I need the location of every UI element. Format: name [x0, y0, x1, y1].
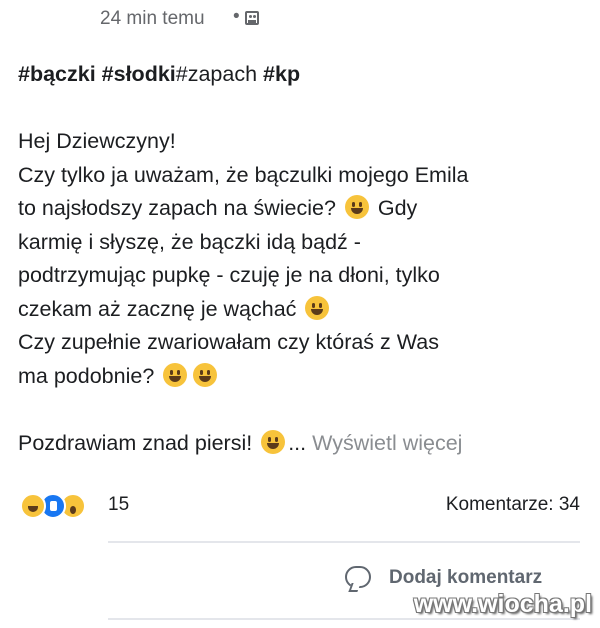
ellipsis: ...	[288, 430, 307, 455]
grinning-emoji-icon	[344, 195, 369, 219]
hashtags-line: #bączki #słodki#zapach #kp	[18, 58, 588, 92]
watermark: www.wiocha.pl	[413, 590, 592, 618]
post-line: podtrzymując pupkę - czuję je na dłoni, …	[18, 263, 440, 287]
post-line: to najsłodszy zapach na świecie? Gdy	[18, 195, 418, 220]
reactions-bar: 15 Komentarze: 34	[0, 482, 600, 522]
post-line: karmię i słyszę, że bączki idą bądź -	[18, 229, 361, 254]
post-line: Czy zupełnie zwariowałam czy któraś z Wa…	[18, 330, 439, 354]
post-line: Hej Dziewczyny!	[18, 129, 176, 153]
post-body: #bączki #słodki#zapach #kp Hej Dziewczyn…	[18, 58, 588, 460]
post-meta: 24 min temu •	[0, 0, 600, 36]
tears-of-joy-emoji-icon	[305, 295, 330, 320]
post-line: Pozdrawiam znad piersi! ... Wyświetl wię…	[18, 429, 463, 455]
meta-separator: •	[233, 6, 240, 27]
grinning-emoji-icon	[193, 362, 218, 387]
add-comment-label: Dodaj komentarz	[389, 567, 543, 588]
reaction-count[interactable]: 15	[108, 494, 129, 516]
divider	[108, 541, 580, 543]
post-line: Czy tylko ja uważam, że bączulki mojego …	[18, 162, 469, 187]
hugging-emoji-icon	[261, 429, 286, 454]
hashtag[interactable]: #bączki	[18, 62, 96, 86]
post-line: czekam aż zacznę je wąchać	[18, 293, 588, 327]
see-more-link[interactable]: Wyświetl więcej	[312, 431, 462, 455]
group-icon	[245, 11, 259, 25]
hashtag[interactable]: #kp	[263, 62, 300, 86]
post-line: ma podobnie?	[18, 360, 588, 394]
hashtag[interactable]: #słodki	[102, 62, 176, 86]
comments-count[interactable]: Komentarze: 34	[446, 494, 580, 516]
thinking-emoji-icon	[163, 362, 188, 387]
post-timestamp[interactable]: 24 min temu	[100, 8, 205, 30]
haha-icon	[20, 493, 46, 519]
comment-bubble-icon	[345, 566, 371, 588]
hashtag[interactable]: #zapach	[176, 62, 257, 86]
